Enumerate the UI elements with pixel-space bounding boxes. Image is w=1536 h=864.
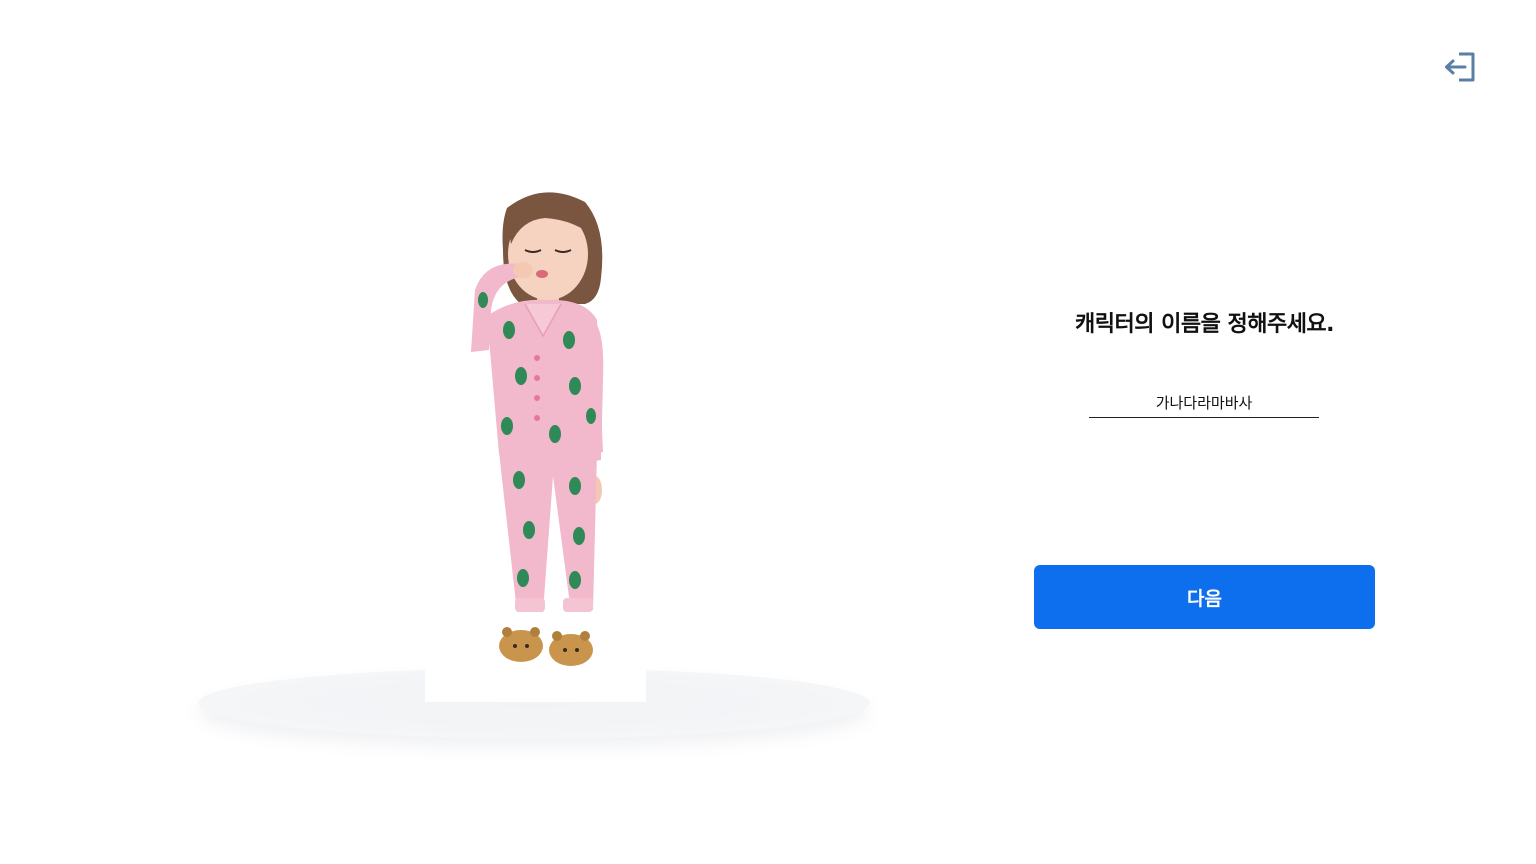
next-button[interactable]: 다음 — [1034, 565, 1375, 629]
exit-button[interactable] — [1440, 50, 1480, 88]
avatar-illustration — [471, 192, 604, 666]
exit-icon — [1443, 51, 1477, 87]
avatar-preview — [425, 180, 646, 702]
character-name-screen: 캐릭터의 이름을 정해주세요. 다음 — [0, 0, 1536, 864]
page-title: 캐릭터의 이름을 정해주세요. — [1074, 312, 1335, 337]
character-name-input[interactable] — [1089, 388, 1319, 418]
